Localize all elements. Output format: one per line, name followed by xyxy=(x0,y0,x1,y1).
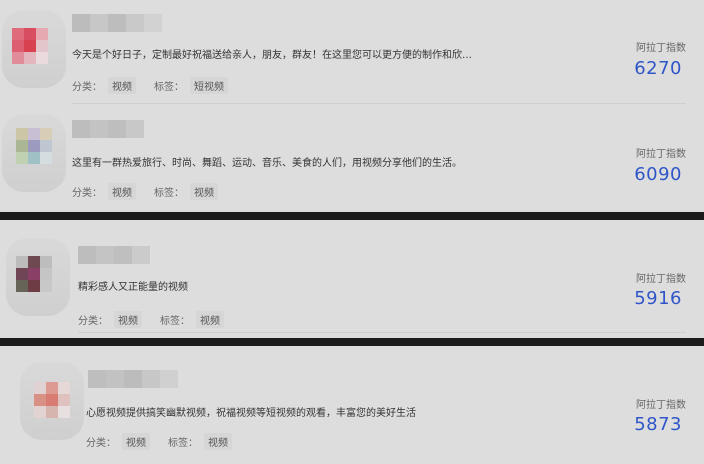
score-value: 5873 xyxy=(634,414,682,435)
score-value: 5916 xyxy=(634,288,682,309)
tag-label: 标签： xyxy=(154,82,184,93)
top-panel: 今天是个好日子，定制最好祝福送给亲人，朋友，群友！在这里您可以更方便的制作和欣…… xyxy=(0,0,704,212)
item-description: 今天是个好日子，定制最好祝福送给亲人，朋友，群友！在这里您可以更方便的制作和欣… xyxy=(72,50,472,61)
score-label: 阿拉丁指数 xyxy=(636,274,686,285)
tag-label: 标签： xyxy=(160,316,190,327)
bottom-panel: 心愿视频提供搞笑幽默视频，祝福视频等短视频的观看，丰富您的美好生活 分类： 视频… xyxy=(0,346,704,464)
username-blur xyxy=(88,370,178,388)
item-description: 精彩感人又正能量的视频 xyxy=(78,282,188,293)
category-value[interactable]: 视频 xyxy=(108,183,136,200)
score-label: 阿拉丁指数 xyxy=(636,400,686,411)
score-value: 6270 xyxy=(634,58,682,79)
item-divider xyxy=(78,332,686,333)
category-label: 分类： xyxy=(78,316,108,327)
tag-value[interactable]: 视频 xyxy=(190,183,218,200)
panel-separator xyxy=(0,212,704,220)
username-blur xyxy=(72,14,162,32)
item-meta: 分类： 视频 标签： 视频 xyxy=(72,183,218,200)
tag-value[interactable]: 视频 xyxy=(196,311,224,328)
category-value[interactable]: 视频 xyxy=(108,77,136,94)
avatar[interactable] xyxy=(2,114,66,192)
tag-label: 标签： xyxy=(154,188,184,199)
username-blur xyxy=(72,120,144,138)
item-meta: 分类： 视频 标签： 短视频 xyxy=(72,77,228,94)
username-blur xyxy=(78,246,150,264)
ranking-page: 今天是个好日子，定制最好祝福送给亲人，朋友，群友！在这里您可以更方便的制作和欣…… xyxy=(0,0,704,464)
category-value[interactable]: 视频 xyxy=(114,311,142,328)
item-divider xyxy=(72,103,686,104)
avatar[interactable] xyxy=(20,362,84,440)
score-value: 6090 xyxy=(634,164,682,185)
avatar[interactable] xyxy=(2,10,66,88)
item-description: 心愿视频提供搞笑幽默视频，祝福视频等短视频的观看，丰富您的美好生活 xyxy=(86,408,416,419)
item-meta: 分类： 视频 标签： 视频 xyxy=(86,433,232,450)
score-label: 阿拉丁指数 xyxy=(636,149,686,160)
category-label: 分类： xyxy=(72,82,102,93)
avatar[interactable] xyxy=(6,238,70,316)
tag-value[interactable]: 视频 xyxy=(204,433,232,450)
panel-separator xyxy=(0,338,704,346)
list-item[interactable]: 这里有一群热爱旅行、时尚、舞蹈、运动、音乐、美食的人们，用视频分享他们的生活。 … xyxy=(0,106,704,212)
tag-label: 标签： xyxy=(168,438,198,449)
item-meta: 分类： 视频 标签： 视频 xyxy=(78,311,224,328)
tag-value[interactable]: 短视频 xyxy=(190,77,228,94)
category-value[interactable]: 视频 xyxy=(122,433,150,450)
category-label: 分类： xyxy=(86,438,116,449)
list-item[interactable]: 今天是个好日子，定制最好祝福送给亲人，朋友，群友！在这里您可以更方便的制作和欣…… xyxy=(0,0,704,106)
list-item[interactable]: 精彩感人又正能量的视频 分类： 视频 标签： 视频 阿拉丁指数 5916 xyxy=(0,220,704,338)
category-label: 分类： xyxy=(72,188,102,199)
score-label: 阿拉丁指数 xyxy=(636,43,686,54)
item-description: 这里有一群热爱旅行、时尚、舞蹈、运动、音乐、美食的人们，用视频分享他们的生活。 xyxy=(72,158,462,169)
middle-panel: 精彩感人又正能量的视频 分类： 视频 标签： 视频 阿拉丁指数 5916 xyxy=(0,220,704,338)
list-item[interactable]: 心愿视频提供搞笑幽默视频，祝福视频等短视频的观看，丰富您的美好生活 分类： 视频… xyxy=(0,346,704,464)
